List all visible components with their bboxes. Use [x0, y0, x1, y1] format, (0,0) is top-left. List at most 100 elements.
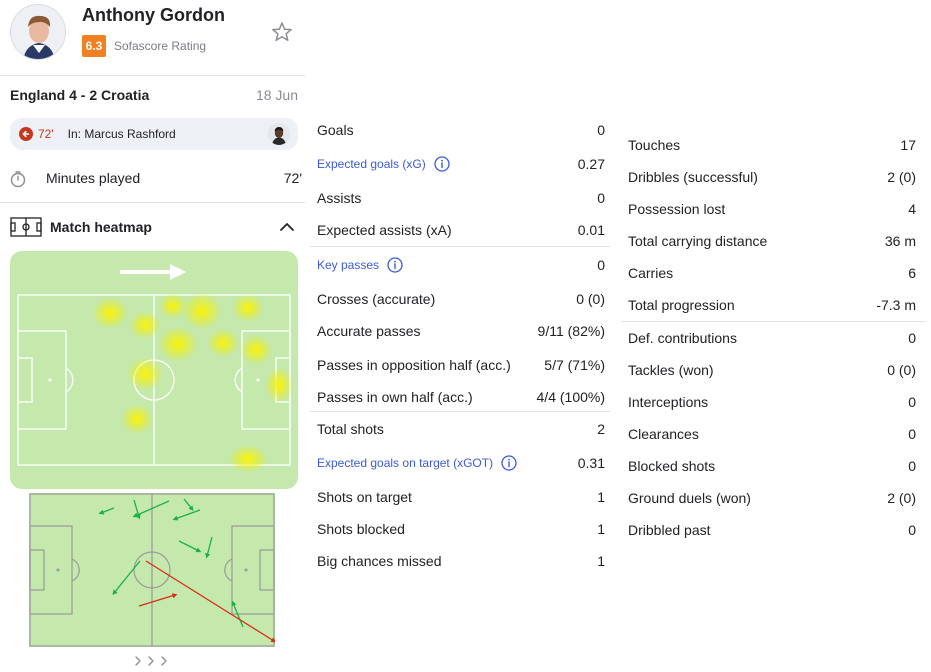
stat-label: Possession lost	[628, 201, 726, 217]
stat-value: 0 (0)	[576, 291, 605, 307]
player-avatar	[10, 4, 66, 60]
stat-label: Ground duels (won)	[628, 490, 751, 506]
minutes-played-value: 72'	[283, 170, 302, 186]
stat-row-tackles-won: Tackles (won) 0 (0)	[628, 360, 916, 380]
stat-label: Total shots	[317, 421, 384, 437]
player-photo	[11, 5, 65, 59]
stat-value: 0	[597, 257, 605, 273]
stat-label: Assists	[317, 190, 362, 206]
heatmap-title: Match heatmap	[50, 219, 152, 235]
stat-label[interactable]: Key passes	[317, 258, 379, 272]
stat-label: Total carrying distance	[628, 233, 768, 249]
stat-row-dribbles-successful: Dribbles (successful) 2 (0)	[628, 167, 916, 187]
stat-row-interceptions: Interceptions 0	[628, 392, 916, 412]
stat-value: 4	[908, 201, 916, 217]
stat-row-shots-on-target: Shots on target 1	[317, 487, 605, 507]
stat-label: Passes in opposition half (acc.)	[317, 357, 511, 373]
stat-label: Crosses (accurate)	[317, 291, 436, 307]
divider	[0, 202, 305, 203]
substitution-player: In: Marcus Rashford	[67, 127, 176, 141]
stat-value: 2 (0)	[887, 490, 916, 506]
stat-value: 0 (0)	[887, 362, 916, 378]
divider	[310, 411, 610, 412]
stat-row-shots-blocked: Shots blocked 1	[317, 519, 605, 539]
rating-badge: 6.3	[82, 35, 106, 57]
match-title: England 4 - 2 Croatia	[10, 87, 150, 103]
heatmap-toggle[interactable]: Match heatmap	[10, 214, 298, 240]
stat-row-expected-goals-on-target-xgot[interactable]: Expected goals on target (xGOT) 0.31	[317, 453, 605, 473]
stat-row-ground-duels-won: Ground duels (won) 2 (0)	[628, 488, 916, 508]
stat-label: Dribbled past	[628, 522, 711, 538]
stat-value: 1	[597, 553, 605, 569]
stat-row-expected-assists-xa: Expected assists (xA) 0.01	[317, 220, 605, 240]
info-icon[interactable]	[434, 156, 450, 172]
attack-direction-arrow	[120, 264, 186, 280]
stat-value: 17	[900, 137, 916, 153]
chevron-up-icon[interactable]	[278, 218, 296, 236]
stat-row-crosses-accurate: Crosses (accurate) 0 (0)	[317, 289, 605, 309]
stat-label[interactable]: Expected goals on target (xGOT)	[317, 456, 493, 470]
stat-row-touches: Touches 17	[628, 135, 916, 155]
substitution-out-icon	[19, 127, 33, 141]
stat-value: 0	[908, 426, 916, 442]
stat-value: 0	[908, 330, 916, 346]
stat-label: Blocked shots	[628, 458, 716, 474]
stat-label[interactable]: Expected goals (xG)	[317, 157, 426, 171]
favorite-star-icon[interactable]	[270, 20, 294, 44]
stat-value: 0.27	[577, 156, 605, 172]
info-icon[interactable]	[387, 257, 403, 273]
stat-value: -7.3 m	[876, 297, 916, 313]
stat-row-total-carrying-distance: Total carrying distance 36 m	[628, 231, 916, 251]
stat-value: 9/11 (82%)	[537, 323, 605, 339]
stat-label: Interceptions	[628, 394, 709, 410]
substitution-minute: 72'	[38, 127, 54, 141]
stopwatch-icon	[10, 171, 26, 188]
stat-label: Carries	[628, 265, 674, 281]
stat-row-dribbled-past: Dribbled past 0	[628, 520, 916, 540]
stat-value: 2 (0)	[887, 169, 916, 185]
substitute-avatar	[268, 123, 290, 145]
stat-label: Big chances missed	[317, 553, 442, 569]
pass-map	[29, 493, 277, 647]
minutes-played-label: Minutes played	[46, 170, 141, 186]
stat-row-goals: Goals 0	[317, 120, 605, 140]
divider	[0, 75, 305, 76]
stat-label: Passes in own half (acc.)	[317, 389, 473, 405]
stat-label: Tackles (won)	[628, 362, 714, 378]
stat-label: Accurate passes	[317, 323, 421, 339]
stat-row-carries: Carries 6	[628, 263, 916, 283]
stat-value: 1	[597, 489, 605, 505]
stat-row-total-progression: Total progression -7.3 m	[628, 295, 916, 315]
divider	[621, 321, 926, 322]
info-icon[interactable]	[501, 455, 517, 471]
stat-row-key-passes[interactable]: Key passes 0	[317, 255, 605, 275]
stat-label: Def. contributions	[628, 330, 737, 346]
pitch-icon	[10, 217, 42, 237]
heatmap-pitch	[10, 251, 298, 489]
stat-label: Shots blocked	[317, 521, 405, 537]
stat-label: Shots on target	[317, 489, 412, 505]
stat-label: Clearances	[628, 426, 699, 442]
stat-row-possession-lost: Possession lost 4	[628, 199, 916, 219]
stat-value: 1	[597, 521, 605, 537]
stat-row-clearances: Clearances 0	[628, 424, 916, 444]
heat-spots	[92, 292, 293, 473]
stat-value: 36 m	[884, 233, 916, 249]
stat-row-big-chances-missed: Big chances missed 1	[317, 551, 605, 571]
stat-row-total-shots: Total shots 2	[317, 419, 605, 439]
stat-value: 0	[908, 458, 916, 474]
stat-value: 4/4 (100%)	[536, 389, 605, 405]
stat-row-def-contributions: Def. contributions 0	[628, 328, 916, 348]
stat-row-expected-goals-xg[interactable]: Expected goals (xG) 0.27	[317, 154, 605, 174]
rating-label: Sofascore Rating	[114, 39, 207, 53]
stat-value: 0	[908, 522, 916, 538]
stat-label: Dribbles (successful)	[628, 169, 758, 185]
substitution-row[interactable]: 72' In: Marcus Rashford	[10, 118, 298, 150]
stat-row-assists: Assists 0	[317, 188, 605, 208]
stat-label: Total progression	[628, 297, 735, 313]
chevron-right-icon[interactable]	[134, 654, 174, 668]
stat-value: 0	[908, 394, 916, 410]
stat-value: 5/7 (71%)	[544, 357, 605, 373]
stat-value: 0.01	[577, 222, 605, 238]
stat-row-accurate-passes: Accurate passes 9/11 (82%)	[317, 321, 605, 341]
